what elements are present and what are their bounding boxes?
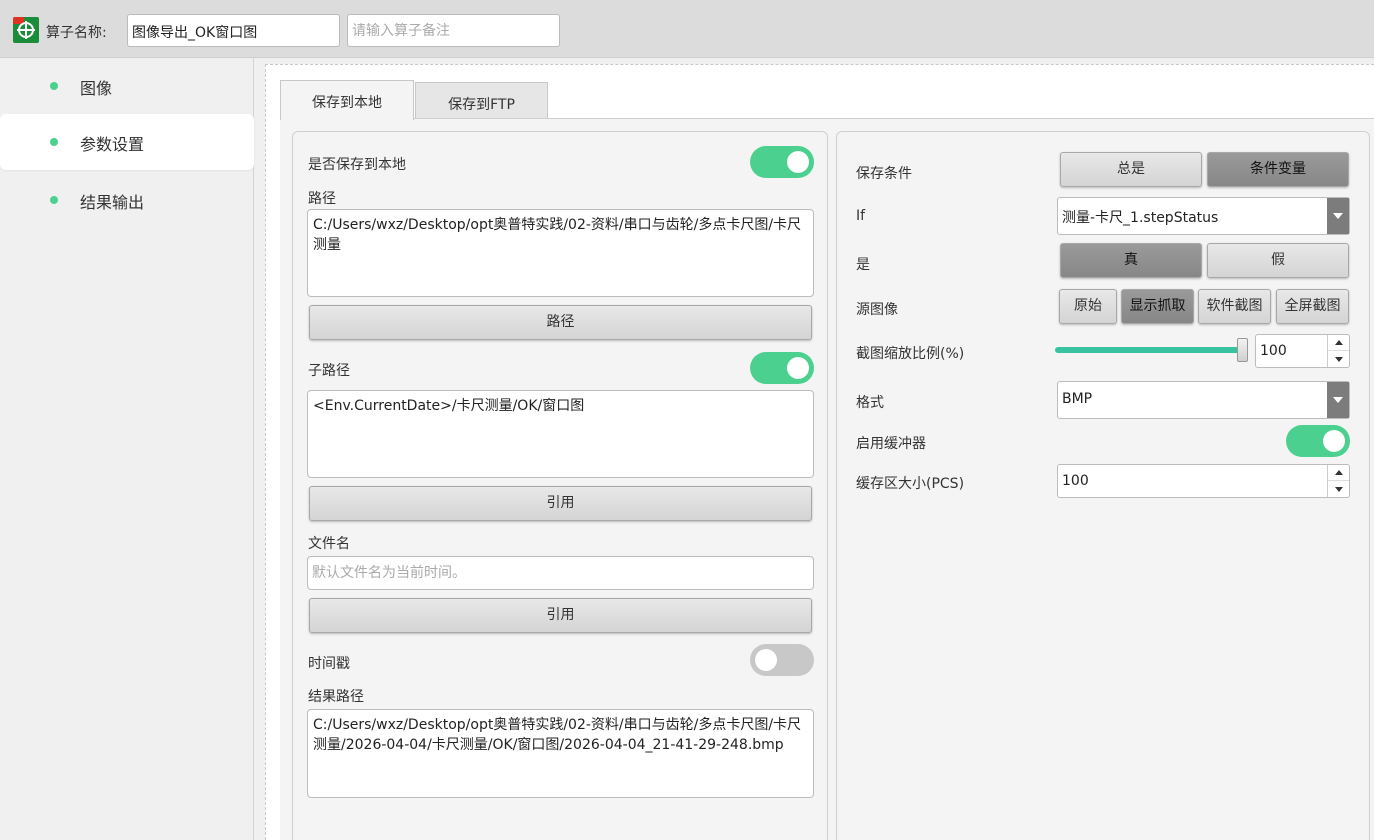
cache-size-spinbox[interactable]: 100 (1057, 464, 1350, 498)
is-false-button[interactable]: 假 (1207, 243, 1349, 278)
buffer-label: 启用缓冲器 (856, 436, 926, 452)
save-local-toggle[interactable] (750, 146, 814, 178)
sidebar-item-label: 参数设置 (80, 135, 145, 154)
sidebar-item-parameters[interactable]: 参数设置 (0, 114, 254, 170)
if-variable-value: 测量-卡尺_1.stepStatus (1062, 210, 1219, 226)
subpath-textarea[interactable]: <Env.CurrentDate>/卡尺测量/OK/窗口图 (307, 390, 814, 478)
scale-decrement-icon[interactable] (1328, 351, 1349, 367)
filename-reference-button[interactable]: 引用 (309, 598, 812, 633)
scale-label: 截图缩放比例(%) (856, 346, 965, 362)
is-true-button[interactable]: 真 (1060, 243, 1202, 278)
format-label: 格式 (856, 395, 884, 411)
condition-always-button[interactable]: 总是 (1060, 152, 1202, 187)
save-local-label: 是否保存到本地 (308, 157, 406, 173)
timestamp-toggle[interactable] (750, 644, 814, 676)
tab-save-local[interactable]: 保存到本地 (280, 80, 414, 120)
operator-name-label: 算子名称: (46, 25, 107, 41)
filename-input[interactable] (307, 556, 814, 590)
scale-slider-track[interactable] (1055, 347, 1241, 353)
subpath-toggle[interactable] (750, 352, 814, 384)
bullet-icon (50, 82, 58, 90)
operator-note-input[interactable] (347, 14, 560, 47)
buffer-toggle[interactable] (1286, 425, 1350, 457)
source-display-grab-button[interactable]: 显示抓取 (1121, 289, 1194, 324)
tab-save-ftp[interactable]: 保存到FTP (415, 82, 548, 118)
result-path-textarea: C:/Users/wxz/Desktop/opt奥普特实践/02-资料/串口与齿… (307, 709, 814, 798)
cache-increment-icon[interactable] (1328, 465, 1349, 481)
scale-spinbox[interactable]: 100 (1255, 334, 1350, 368)
top-bar: 算子名称: 图像导出_OK窗口图 (0, 0, 1374, 58)
format-select[interactable]: BMP (1057, 381, 1350, 419)
source-software-screenshot-button[interactable]: 软件截图 (1198, 289, 1271, 324)
operator-name-field[interactable]: 图像导出_OK窗口图 (127, 14, 340, 47)
filename-label: 文件名 (308, 536, 350, 552)
sidebar-item-image[interactable]: 图像 (0, 58, 254, 114)
source-image-label: 源图像 (856, 302, 898, 318)
scale-slider-handle[interactable] (1237, 338, 1248, 362)
sidebar: 图像 参数设置 结果输出 (0, 58, 254, 840)
chevron-down-icon (1327, 382, 1349, 418)
timestamp-label: 时间戳 (308, 656, 350, 672)
sidebar-item-label: 图像 (80, 79, 113, 98)
sidebar-item-label: 结果输出 (80, 193, 145, 212)
scale-value: 100 (1260, 343, 1287, 359)
source-fullscreen-screenshot-button[interactable]: 全屏截图 (1276, 289, 1349, 324)
if-label: If (856, 208, 866, 224)
save-condition-label: 保存条件 (856, 166, 912, 182)
is-label: 是 (856, 257, 870, 273)
subpath-label: 子路径 (308, 363, 350, 379)
cache-size-label: 缓存区大小(PCS) (856, 476, 965, 492)
condition-variable-button[interactable]: 条件变量 (1207, 152, 1349, 187)
subpath-reference-button[interactable]: 引用 (309, 486, 812, 521)
chevron-down-icon (1327, 198, 1349, 234)
cache-size-value: 100 (1062, 473, 1089, 489)
path-browse-button[interactable]: 路径 (309, 305, 812, 340)
scale-increment-icon[interactable] (1328, 335, 1349, 351)
result-path-label: 结果路径 (308, 689, 364, 705)
path-label: 路径 (308, 191, 336, 207)
format-value: BMP (1062, 391, 1093, 407)
path-textarea[interactable]: C:/Users/wxz/Desktop/opt奥普特实践/02-资料/串口与齿… (307, 209, 814, 297)
if-variable-select[interactable]: 测量-卡尺_1.stepStatus (1057, 197, 1350, 235)
bullet-icon (50, 196, 58, 204)
source-original-button[interactable]: 原始 (1059, 289, 1117, 324)
tab-divider (280, 118, 1374, 119)
bullet-icon (50, 138, 58, 146)
app-logo-icon (13, 17, 39, 43)
sidebar-item-results[interactable]: 结果输出 (0, 172, 254, 228)
cache-decrement-icon[interactable] (1328, 481, 1349, 497)
